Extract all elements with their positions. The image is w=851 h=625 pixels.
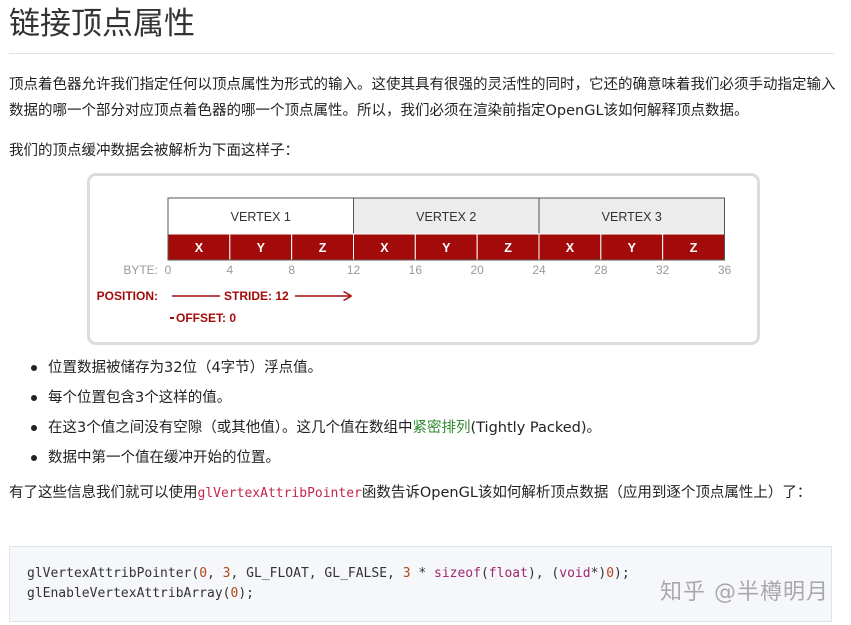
outro-paragraph: 有了这些信息我们就可以使用glVertexAttribPointer函数告诉Op… [9, 480, 841, 507]
byte-tick-label: 32 [656, 263, 670, 277]
page-title: 链接顶点属性 [9, 6, 195, 42]
byte-tick-label: 0 [165, 263, 172, 277]
zhihu-watermark: 知乎 @半樽明月 [660, 580, 829, 605]
byte-axis-label: BYTE: [123, 263, 158, 277]
byte-tick-label: 8 [288, 263, 295, 277]
byte-tick-label: 20 [470, 263, 484, 277]
stride-label: STRIDE: 12 [224, 289, 289, 303]
title-divider [9, 53, 834, 54]
byte-tick-label: 12 [347, 263, 361, 277]
vertex-header-label: VERTEX 2 [416, 210, 476, 224]
tightly-packed-link[interactable]: 紧密排列 [412, 420, 470, 436]
offset-label: OFFSET: 0 [176, 311, 236, 325]
component-label: X [195, 241, 204, 255]
list-item-suffix: (Tightly Packed)。 [470, 420, 601, 436]
byte-tick-label: 24 [532, 263, 546, 277]
byte-tick-label: 36 [718, 263, 732, 277]
component-label: Z [319, 241, 327, 255]
component-label: Y [257, 241, 266, 255]
vertex-header-label: VERTEX 3 [602, 210, 662, 224]
list-item-text: 在这3个值之间没有空隙（或其他值）。这几个值在数组中 [48, 420, 413, 436]
byte-tick-label: 28 [594, 263, 608, 277]
component-label: X [566, 241, 575, 255]
component-label: X [380, 241, 389, 255]
outro-text-before: 有了这些信息我们就可以使用 [9, 485, 198, 501]
vertex-format-list: 位置数据被储存为32位（4字节）浮点值。 每个位置包含3个这样的值。 在这3个值… [31, 353, 601, 473]
list-item: 每个位置包含3个这样的值。 [31, 383, 601, 413]
component-label: Y [442, 241, 451, 255]
intro-paragraph: 顶点着色器允许我们指定任何以顶点属性为形式的输入。这使其具有很强的灵活性的同时，… [9, 77, 836, 119]
outro-text-after: 函数告诉OpenGL该如何解析顶点数据（应用到逐个顶点属性上）了： [361, 485, 812, 501]
list-item: 位置数据被储存为32位（4字节）浮点值。 [31, 353, 601, 383]
component-label: Y [628, 241, 637, 255]
component-label: Z [690, 241, 698, 255]
vertex-buffer-svg: VERTEX 1 VERTEX 2 VERTEX 3 X Y Z X Y Z X Y Z BYTE: 0 4… [97, 197, 732, 325]
vertex-buffer-diagram: VERTEX 1 VERTEX 2 VERTEX 3 X Y Z X Y Z X Y Z BYTE: 0 4… [87, 173, 760, 345]
byte-tick-label: 16 [409, 263, 423, 277]
byte-tick-label: 4 [226, 263, 233, 277]
list-item: 数据中第一个值在缓冲开始的位置。 [31, 443, 601, 473]
inline-code-function: glVertexAttribPointer [197, 486, 362, 501]
parse-intro-paragraph: 我们的顶点缓冲数据会被解析为下面这样子： [9, 143, 299, 159]
component-label: Z [504, 241, 512, 255]
list-item: 在这3个值之间没有空隙（或其他值）。这几个值在数组中紧密排列(Tightly P… [31, 413, 601, 443]
vertex-header-label: VERTEX 1 [231, 210, 291, 224]
position-label: POSITION: [97, 289, 158, 303]
